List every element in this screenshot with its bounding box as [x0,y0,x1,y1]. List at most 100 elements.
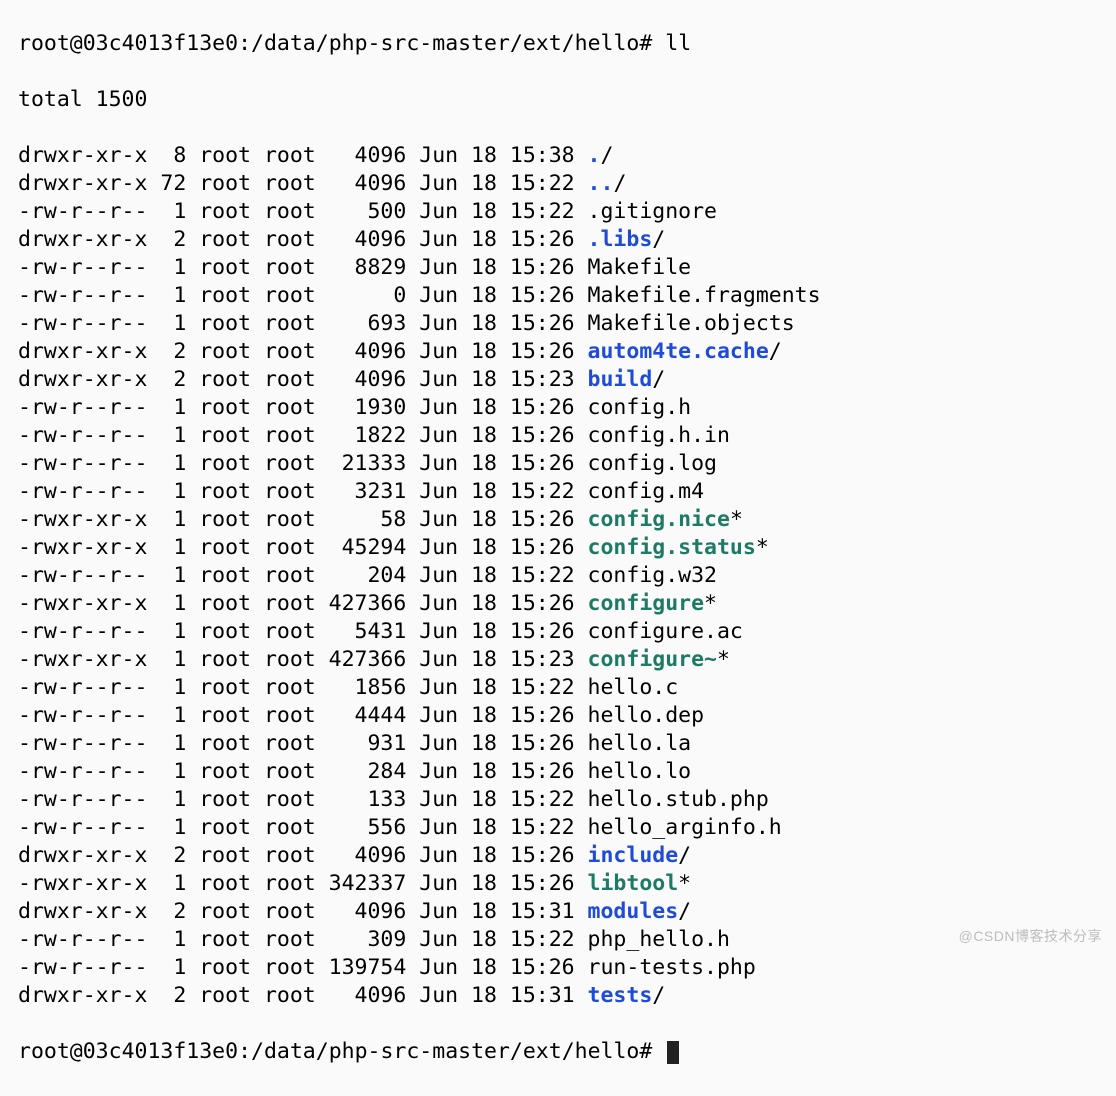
prompt-user: root [18,31,70,56]
watermark: @CSDN博客技术分享 [959,926,1102,946]
terminal[interactable]: root@03c4013f13e0:/data/php-src-master/e… [0,0,1116,1096]
list-item: -rwxr-xr-x 1 root root 427366 Jun 18 15:… [18,590,1098,618]
file-suffix: / [652,367,665,392]
prompt-host: 03c4013f13e0 [83,1039,238,1064]
list-item: -rw-r--r-- 1 root root 556 Jun 18 15:22 … [18,814,1098,842]
file-meta: drwxr-xr-x 2 root root 4096 Jun 18 15:23 [18,367,588,392]
list-item: -rw-r--r-- 1 root root 133 Jun 18 15:22 … [18,786,1098,814]
file-name: include [588,843,679,868]
file-meta: -rw-r--r-- 1 root root 556 Jun 18 15:22 [18,815,588,840]
file-meta: -rwxr-xr-x 1 root root 427366 Jun 18 15:… [18,647,588,672]
prompt-line-2: root@03c4013f13e0:/data/php-src-master/e… [18,1038,1098,1066]
file-meta: -rw-r--r-- 1 root root 204 Jun 18 15:22 [18,563,588,588]
list-item: drwxr-xr-x 2 root root 4096 Jun 18 15:26… [18,338,1098,366]
total-line: total 1500 [18,86,1098,114]
file-name: .. [588,171,614,196]
file-meta: drwxr-xr-x 2 root root 4096 Jun 18 15:26 [18,843,588,868]
prompt-line: root@03c4013f13e0:/data/php-src-master/e… [18,30,1098,58]
list-item: -rw-r--r-- 1 root root 0 Jun 18 15:26 Ma… [18,282,1098,310]
cursor-icon [667,1041,679,1064]
file-suffix: / [769,339,782,364]
file-suffix: / [678,899,691,924]
prompt-symbol: # [639,1039,652,1064]
file-name: .gitignore [588,199,717,224]
file-name: libtool [588,871,679,896]
file-meta: -rwxr-xr-x 1 root root 58 Jun 18 15:26 [18,507,588,532]
prompt-path: /data/php-src-master/ext/hello [251,1039,639,1064]
file-name: config.h.in [588,423,730,448]
file-name: config.m4 [588,479,705,504]
file-suffix: / [678,843,691,868]
file-meta: -rw-r--r-- 1 root root 3231 Jun 18 15:22 [18,479,588,504]
file-suffix: / [652,227,665,252]
file-name: hello.stub.php [588,787,769,812]
file-name: hello_arginfo.h [588,815,782,840]
file-suffix: / [601,143,614,168]
file-meta: drwxr-xr-x 2 root root 4096 Jun 18 15:26 [18,227,588,252]
list-item: -rw-r--r-- 1 root root 1856 Jun 18 15:22… [18,674,1098,702]
file-name: configure~ [588,647,717,672]
file-meta: drwxr-xr-x 2 root root 4096 Jun 18 15:31 [18,899,588,924]
file-meta: -rw-r--r-- 1 root root 4444 Jun 18 15:26 [18,703,588,728]
file-meta: drwxr-xr-x 2 root root 4096 Jun 18 15:31 [18,983,588,1008]
file-meta: -rwxr-xr-x 1 root root 427366 Jun 18 15:… [18,591,588,616]
file-name: config.h [588,395,692,420]
file-meta: -rw-r--r-- 1 root root 1822 Jun 18 15:26 [18,423,588,448]
list-item: -rwxr-xr-x 1 root root 427366 Jun 18 15:… [18,646,1098,674]
file-name: configure [588,591,705,616]
list-item: drwxr-xr-x 8 root root 4096 Jun 18 15:38… [18,142,1098,170]
file-suffix: / [652,983,665,1008]
file-meta: -rw-r--r-- 1 root root 21333 Jun 18 15:2… [18,451,588,476]
list-item: -rwxr-xr-x 1 root root 58 Jun 18 15:26 c… [18,506,1098,534]
list-item: -rw-r--r-- 1 root root 8829 Jun 18 15:26… [18,254,1098,282]
file-suffix: * [704,591,717,616]
list-item: -rw-r--r-- 1 root root 309 Jun 18 15:22 … [18,926,1098,954]
list-item: drwxr-xr-x 2 root root 4096 Jun 18 15:26… [18,842,1098,870]
file-name: .libs [588,227,653,252]
file-meta: -rw-r--r-- 1 root root 5431 Jun 18 15:26 [18,619,588,644]
list-item: -rwxr-xr-x 1 root root 45294 Jun 18 15:2… [18,534,1098,562]
list-item: -rw-r--r-- 1 root root 1930 Jun 18 15:26… [18,394,1098,422]
file-name: config.log [588,451,717,476]
file-meta: -rw-r--r-- 1 root root 1856 Jun 18 15:22 [18,675,588,700]
file-name: hello.c [588,675,679,700]
file-meta: -rw-r--r-- 1 root root 284 Jun 18 15:26 [18,759,588,784]
list-item: drwxr-xr-x 2 root root 4096 Jun 18 15:23… [18,366,1098,394]
file-name: configure.ac [588,619,743,644]
file-name: build [588,367,653,392]
file-meta: -rw-r--r-- 1 root root 133 Jun 18 15:22 [18,787,588,812]
file-meta: -rw-r--r-- 1 root root 0 Jun 18 15:26 [18,283,588,308]
file-meta: -rwxr-xr-x 1 root root 45294 Jun 18 15:2… [18,535,588,560]
file-name: config.status [588,535,756,560]
file-name: hello.la [588,731,692,756]
prompt-user: root [18,1039,70,1064]
list-item: -rw-r--r-- 1 root root 693 Jun 18 15:26 … [18,310,1098,338]
file-name: tests [588,983,653,1008]
list-item: -rw-r--r-- 1 root root 204 Jun 18 15:22 … [18,562,1098,590]
list-item: -rw-r--r-- 1 root root 931 Jun 18 15:26 … [18,730,1098,758]
file-name: hello.lo [588,759,692,784]
list-item: -rwxr-xr-x 1 root root 342337 Jun 18 15:… [18,870,1098,898]
file-meta: -rw-r--r-- 1 root root 931 Jun 18 15:26 [18,731,588,756]
file-name: autom4te.cache [588,339,769,364]
file-meta: -rwxr-xr-x 1 root root 342337 Jun 18 15:… [18,871,588,896]
list-item: drwxr-xr-x 2 root root 4096 Jun 18 15:31… [18,898,1098,926]
file-meta: drwxr-xr-x 72 root root 4096 Jun 18 15:2… [18,171,588,196]
list-item: -rw-r--r-- 1 root root 4444 Jun 18 15:26… [18,702,1098,730]
list-item: -rw-r--r-- 1 root root 5431 Jun 18 15:26… [18,618,1098,646]
file-name: Makefile.objects [588,311,795,336]
file-suffix: * [756,535,769,560]
prompt-host: 03c4013f13e0 [83,31,238,56]
file-meta: -rw-r--r-- 1 root root 500 Jun 18 15:22 [18,199,588,224]
file-name: . [588,143,601,168]
file-name: hello.dep [588,703,705,728]
list-item: drwxr-xr-x 2 root root 4096 Jun 18 15:31… [18,982,1098,1010]
list-item: -rw-r--r-- 1 root root 139754 Jun 18 15:… [18,954,1098,982]
list-item: -rw-r--r-- 1 root root 284 Jun 18 15:26 … [18,758,1098,786]
file-name: config.w32 [588,563,717,588]
list-item: -rw-r--r-- 1 root root 500 Jun 18 15:22 … [18,198,1098,226]
file-name: modules [588,899,679,924]
list-item: drwxr-xr-x 72 root root 4096 Jun 18 15:2… [18,170,1098,198]
file-meta: -rw-r--r-- 1 root root 139754 Jun 18 15:… [18,955,588,980]
file-meta: drwxr-xr-x 2 root root 4096 Jun 18 15:26 [18,339,588,364]
